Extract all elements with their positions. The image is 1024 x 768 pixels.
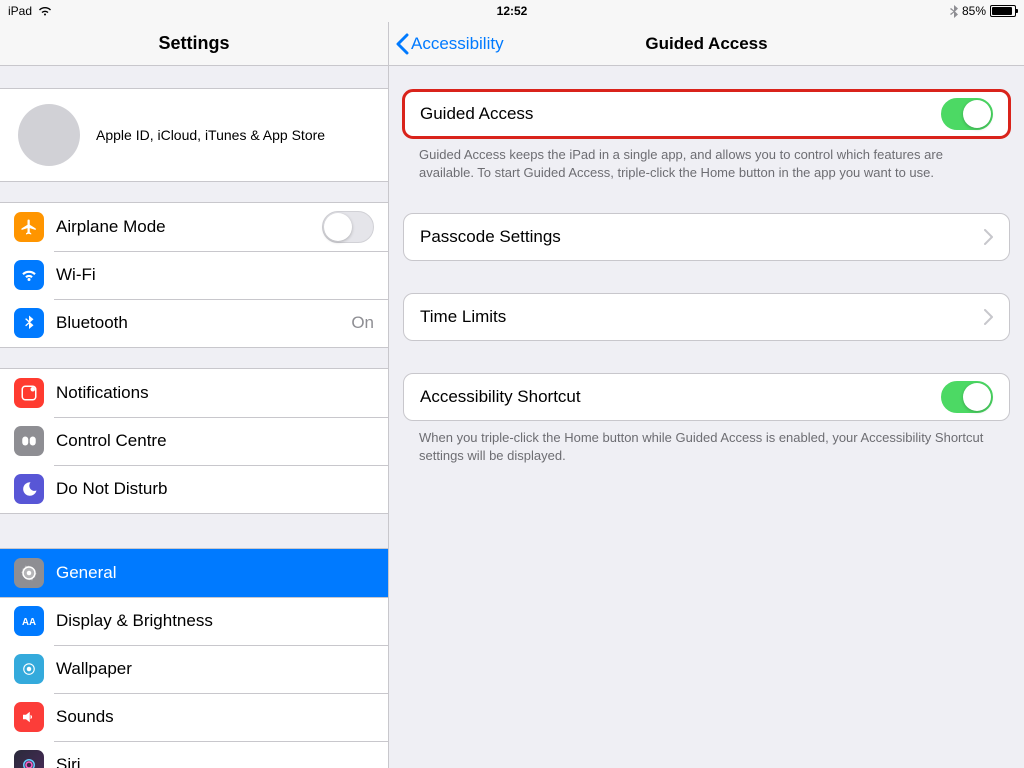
wifi-settings-icon [14,260,44,290]
wifi-label: Wi-Fi [56,265,374,285]
general-icon [14,558,44,588]
passcode-label: Passcode Settings [420,227,984,247]
display-icon: AA [14,606,44,636]
notifications-icon [14,378,44,408]
back-button[interactable]: Accessibility [389,33,504,55]
bluetooth-icon [950,5,958,18]
settings-sidebar: Settings Apple ID, iCloud, iTunes & App … [0,22,389,768]
shortcut-toggle[interactable] [941,381,993,413]
account-label: Apple ID, iCloud, iTunes & App Store [96,127,325,143]
airplane-icon [14,212,44,242]
battery-percent: 85% [962,4,986,18]
chevron-left-icon [395,33,409,55]
chevron-right-icon [984,309,993,325]
control-centre-label: Control Centre [56,431,374,451]
notifications-label: Notifications [56,383,374,403]
sidebar-item-dnd[interactable]: Do Not Disturb [0,465,388,513]
sidebar-header: Settings [0,22,388,66]
control-centre-icon [14,426,44,456]
bluetooth-label: Bluetooth [56,313,351,333]
wifi-icon [38,6,52,16]
guided-access-toggle[interactable] [941,98,993,130]
sidebar-item-sounds[interactable]: Sounds [0,693,388,741]
airplane-toggle[interactable] [322,211,374,243]
sidebar-title: Settings [158,33,229,54]
guided-access-desc: Guided Access keeps the iPad in a single… [403,138,1010,181]
clock: 12:52 [497,4,528,18]
sounds-label: Sounds [56,707,374,727]
back-label: Accessibility [411,34,504,54]
time-limits-label: Time Limits [420,307,984,327]
siri-icon [14,750,44,768]
sidebar-item-siri[interactable]: Siri [0,741,388,768]
detail-title: Guided Access [645,34,767,54]
bluetooth-value: On [351,313,374,333]
status-bar: iPad 12:52 85% [0,0,1024,22]
general-label: General [56,563,374,583]
battery-icon [990,5,1016,17]
account-cell[interactable]: Apple ID, iCloud, iTunes & App Store [0,89,388,181]
sidebar-item-wallpaper[interactable]: Wallpaper [0,645,388,693]
wallpaper-icon [14,654,44,684]
shortcut-desc: When you triple-click the Home button wh… [403,421,1010,464]
sidebar-item-notifications[interactable]: Notifications [0,369,388,417]
passcode-settings-row[interactable]: Passcode Settings [403,213,1010,261]
siri-label: Siri [56,755,374,768]
sidebar-item-general[interactable]: General [0,549,388,597]
sidebar-item-control-centre[interactable]: Control Centre [0,417,388,465]
accessibility-shortcut-row[interactable]: Accessibility Shortcut [403,373,1010,421]
shortcut-label: Accessibility Shortcut [420,387,941,407]
avatar [18,104,80,166]
svg-text:AA: AA [22,617,36,628]
sidebar-item-airplane[interactable]: Airplane Mode [0,203,388,251]
device-label: iPad [8,4,32,18]
chevron-right-icon [984,229,993,245]
wallpaper-label: Wallpaper [56,659,374,679]
airplane-label: Airplane Mode [56,217,322,237]
sidebar-item-bluetooth[interactable]: Bluetooth On [0,299,388,347]
dnd-label: Do Not Disturb [56,479,374,499]
guided-access-label: Guided Access [420,104,941,124]
sidebar-item-display[interactable]: AA Display & Brightness [0,597,388,645]
sidebar-item-wifi[interactable]: Wi-Fi [0,251,388,299]
dnd-icon [14,474,44,504]
sounds-icon [14,702,44,732]
display-label: Display & Brightness [56,611,374,631]
time-limits-row[interactable]: Time Limits [403,293,1010,341]
detail-panel: Accessibility Guided Access Guided Acces… [389,22,1024,768]
detail-header: Accessibility Guided Access [389,22,1024,66]
guided-access-row[interactable]: Guided Access [403,90,1010,138]
bluetooth-settings-icon [14,308,44,338]
